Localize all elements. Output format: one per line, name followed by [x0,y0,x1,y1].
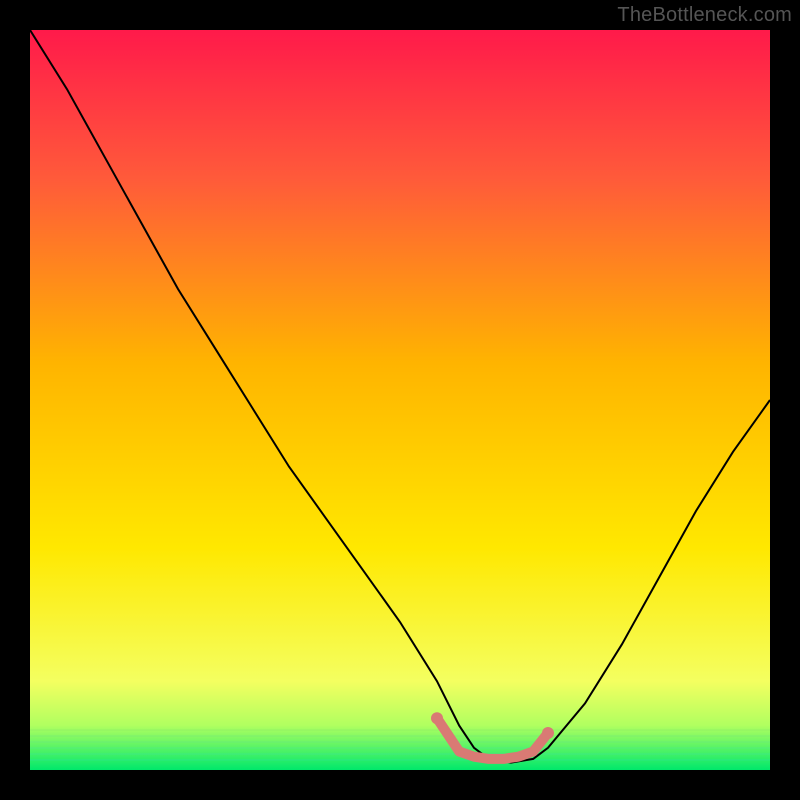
chart-svg [30,30,770,770]
watermark-text: TheBottleneck.com [617,4,792,27]
highlight-end-dot [542,727,554,739]
chart-plot-area [30,30,770,770]
chart-background-gradient [30,30,770,770]
highlight-start-dot [431,712,443,724]
